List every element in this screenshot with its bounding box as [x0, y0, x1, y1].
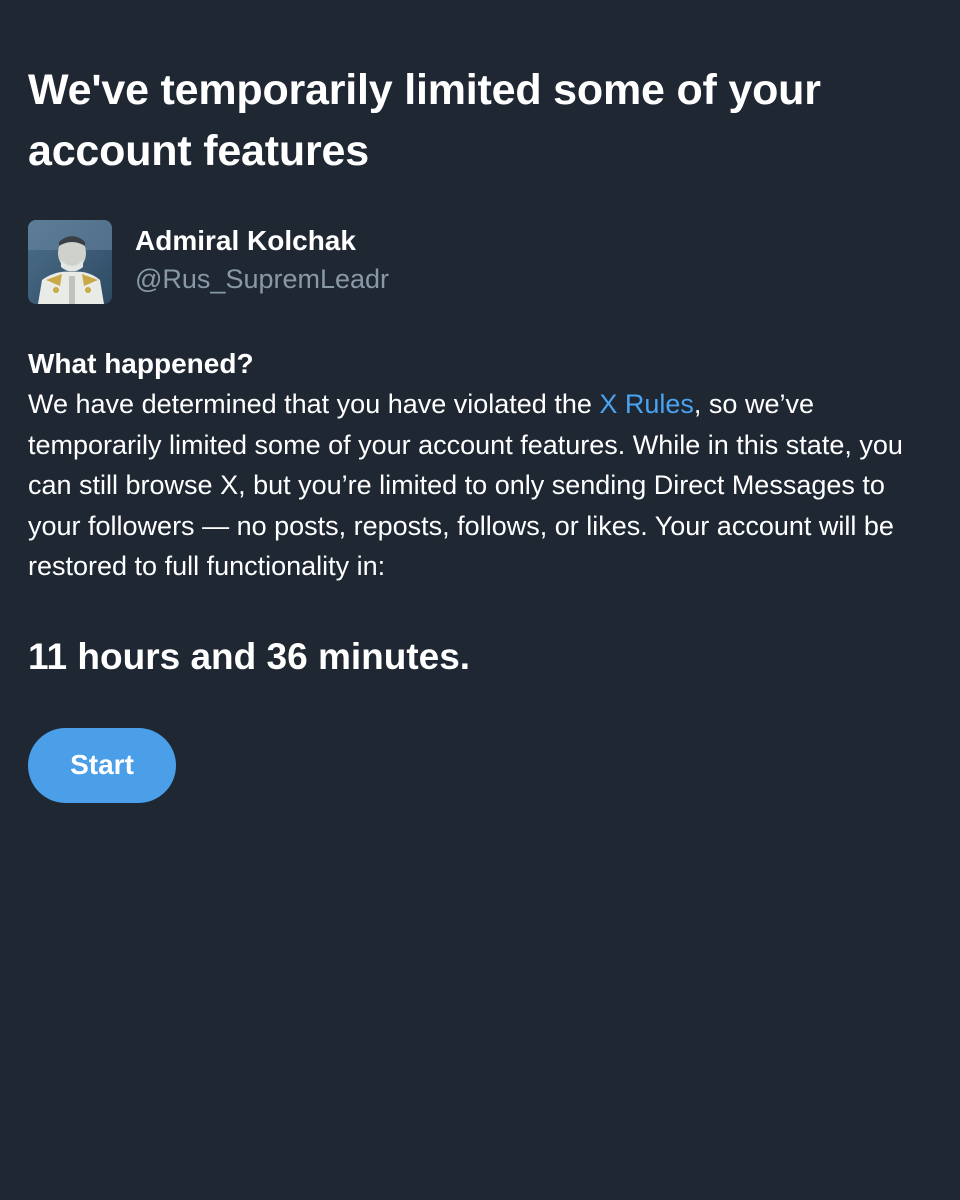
start-button[interactable]: Start — [28, 727, 176, 803]
restriction-countdown: 11 hours and 36 minutes. — [28, 635, 471, 677]
account-profile: Admiral Kolchak @Rus_SupremLeadr — [28, 220, 932, 304]
limited-account-screen: We've temporarily limited some of your a… — [0, 0, 960, 1200]
profile-names: Admiral Kolchak @Rus_SupremLeadr — [135, 222, 389, 298]
page-title: We've temporarily limited some of your a… — [28, 66, 821, 175]
section-heading: What happened? — [28, 348, 254, 379]
portrait-photo-icon — [28, 220, 112, 304]
avatar — [28, 220, 112, 304]
x-rules-link[interactable]: X Rules — [599, 389, 694, 419]
user-handle: @Rus_SupremLeadr — [135, 264, 390, 294]
notice-body: We have determined that you have violate… — [28, 384, 933, 587]
display-name: Admiral Kolchak — [135, 225, 356, 256]
notice-text-before-link: We have determined that you have violate… — [28, 389, 600, 419]
